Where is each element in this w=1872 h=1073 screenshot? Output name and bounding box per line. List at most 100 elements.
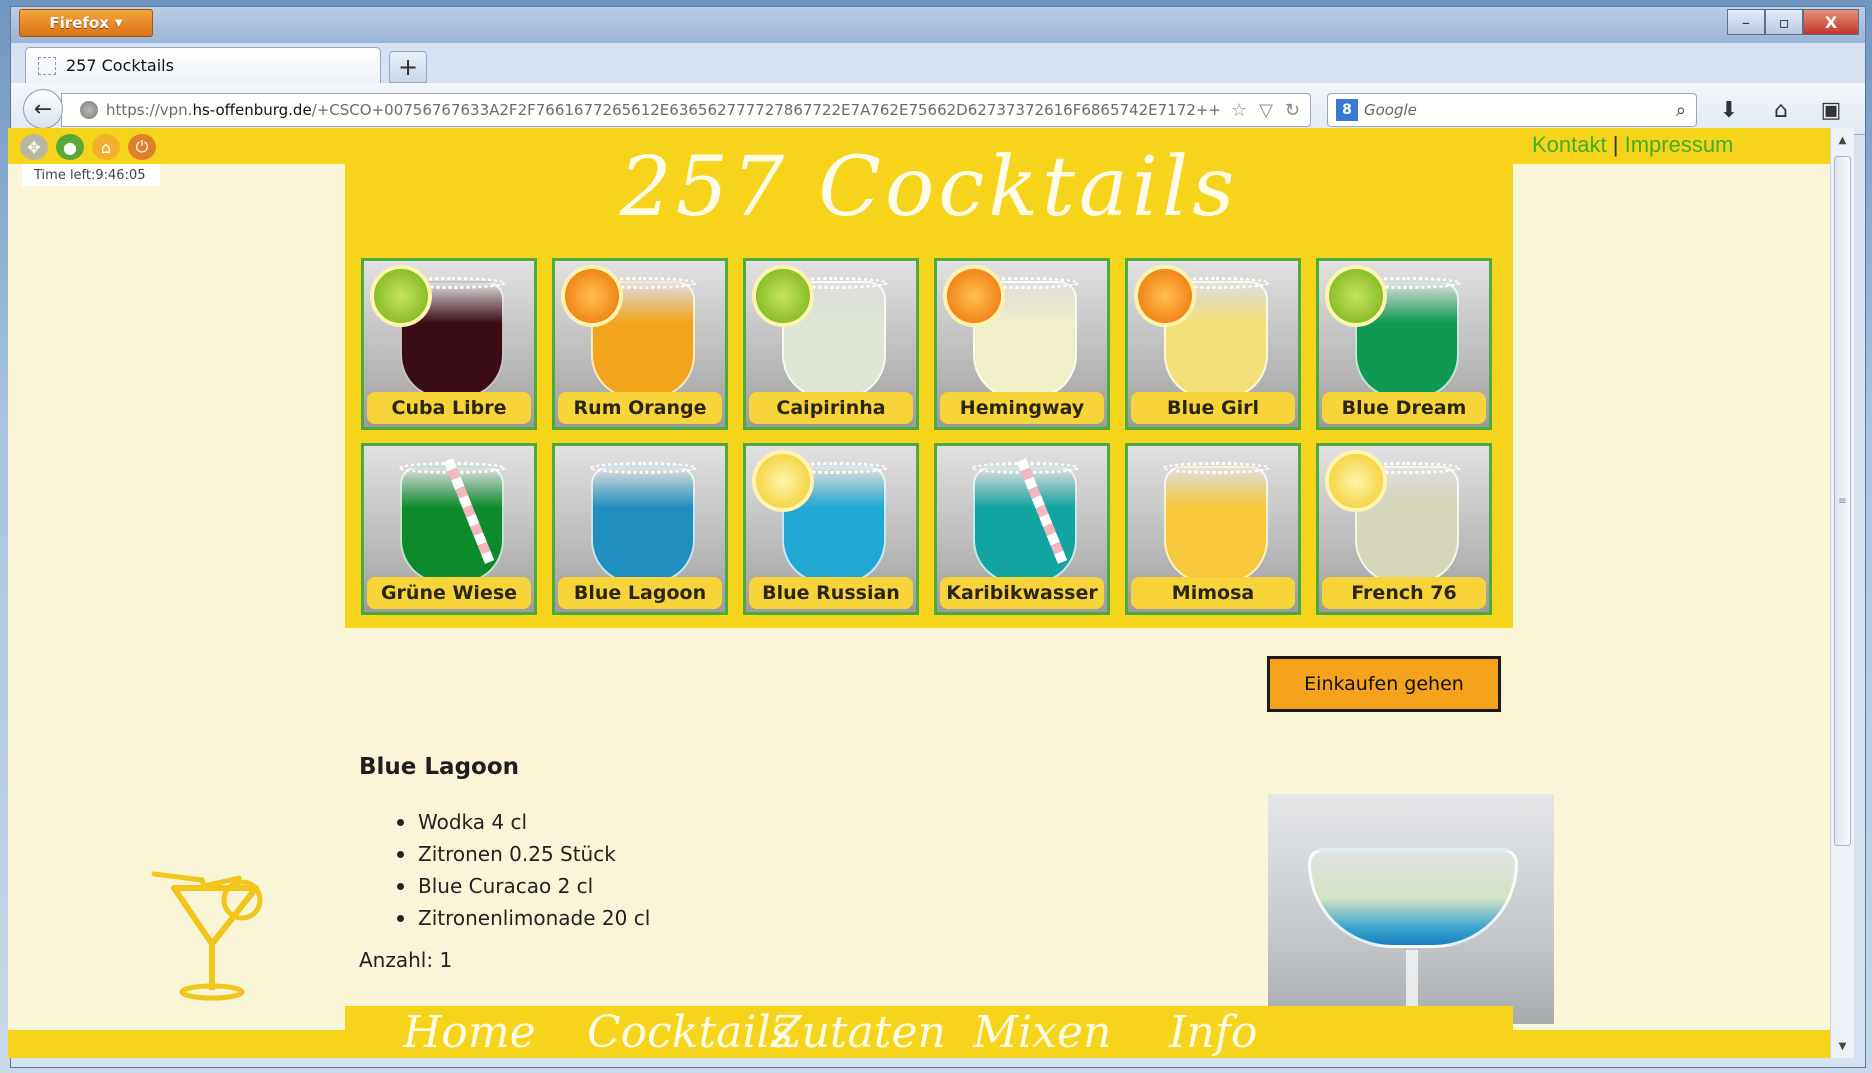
cocktail-label: Blue Dream <box>1322 392 1486 424</box>
time-left-label: Time left:9:46:05 <box>22 164 160 186</box>
back-arrow-icon: ← <box>33 96 53 122</box>
cocktail-glass <box>591 466 695 584</box>
bookmarks-menu-icon[interactable]: ▣ <box>1815 95 1847 125</box>
cocktail-label: Blue Girl <box>1131 392 1295 424</box>
firefox-menu-button[interactable]: Firefox ▼ <box>19 9 153 37</box>
vpn-toolbar: ✥ ● ⌂ ⏻ <box>20 134 156 160</box>
orange-garnish <box>561 265 623 327</box>
home-icon[interactable]: ⌂ <box>1765 95 1797 125</box>
cocktail-tile[interactable]: Blue Russian <box>743 443 919 615</box>
glass-stem <box>1406 950 1418 1010</box>
nav-zutaten[interactable]: Zutaten <box>771 1006 946 1058</box>
lime-garnish <box>752 265 814 327</box>
cocktail-label: Blue Russian <box>749 577 913 609</box>
minimize-button[interactable]: – <box>1727 9 1765 35</box>
cocktail-tile[interactable]: Caipirinha <box>743 258 919 430</box>
orange-garnish <box>1134 265 1196 327</box>
url-actions: ☆ ▽ ↻ <box>1221 100 1310 121</box>
site-title[interactable]: 257 Cocktails <box>345 140 1513 235</box>
orange-garnish <box>943 265 1005 327</box>
header-panel: 257 Cocktails Cuba Libre Rum Orange Caipir… <box>345 128 1513 628</box>
cocktail-label: Grüne Wiese <box>367 577 531 609</box>
download-icon[interactable]: ⬇ <box>1713 95 1745 125</box>
cocktail-tile[interactable]: Blue Dream <box>1316 258 1492 430</box>
globe-icon <box>80 101 98 119</box>
cocktail-grid: Cuba Libre Rum Orange Caipirinha Hemingway B… <box>361 258 1497 615</box>
link-separator: | <box>1612 132 1619 157</box>
close-button[interactable]: X <box>1803 9 1859 35</box>
globe-icon[interactable]: ● <box>56 134 84 160</box>
lemon-garnish <box>1325 450 1387 512</box>
cocktail-label: Karibikwasser <box>940 577 1104 609</box>
shopping-button[interactable]: Einkaufen gehen <box>1267 656 1501 712</box>
dropdown-arrow-icon[interactable]: ▽ <box>1259 100 1273 121</box>
footer-navigation: Home Cocktails Zutaten Mixen Info <box>345 1006 1513 1058</box>
cocktail-tile[interactable]: French 76 <box>1316 443 1492 615</box>
home-icon[interactable]: ⌂ <box>92 134 120 160</box>
cocktail-label: French 76 <box>1322 577 1486 609</box>
window-controls: – ▫ X <box>1727 9 1859 35</box>
sugar-rim <box>1162 462 1270 474</box>
cocktail-tile[interactable]: Karibikwasser <box>934 443 1110 615</box>
cocktail-tile[interactable]: Rum Orange <box>552 258 728 430</box>
cocktail-tile[interactable]: Grüne Wiese <box>361 443 537 615</box>
search-icon[interactable]: ⌕ <box>1676 100 1686 121</box>
url-bar[interactable]: https://vpn.hs-offenburg.de/+CSCO+007567… <box>61 93 1311 127</box>
nav-home[interactable]: Home <box>403 1006 536 1058</box>
cocktail-label: Cuba Libre <box>367 392 531 424</box>
back-button[interactable]: ← <box>23 89 63 129</box>
cocktail-tile[interactable]: Cuba Libre <box>361 258 537 430</box>
move-icon[interactable]: ✥ <box>20 134 48 160</box>
title-bar: Firefox ▼ – ▫ X <box>11 7 1865 43</box>
page-icon <box>38 56 56 75</box>
contact-link[interactable]: Kontakt <box>1532 132 1607 157</box>
cocktail-label: Caipirinha <box>749 392 913 424</box>
ingredient-item: Blue Curacao 2 cl <box>397 870 650 902</box>
glass-bowl <box>1308 848 1518 948</box>
ingredient-item: Wodka 4 cl <box>397 806 650 838</box>
chevron-down-icon: ▼ <box>114 17 123 29</box>
vertical-scrollbar[interactable]: ▲ ≡ ▼ <box>1830 128 1854 1058</box>
cocktail-label: Hemingway <box>940 392 1104 424</box>
cocktail-glass <box>1164 466 1268 584</box>
imprint-link[interactable]: Impressum <box>1625 132 1734 157</box>
nav-mixen[interactable]: Mixen <box>973 1006 1111 1058</box>
search-engine-label: Google <box>1364 101 1417 119</box>
nav-info[interactable]: Info <box>1169 1006 1258 1058</box>
google-icon[interactable]: 8 <box>1336 99 1358 121</box>
ingredient-item: Zitronenlimonade 20 cl <box>397 902 650 934</box>
top-links: Kontakt | Impressum <box>1532 132 1733 158</box>
maximize-button[interactable]: ▫ <box>1765 9 1803 35</box>
search-bar[interactable]: 8 Google ⌕ <box>1327 93 1697 127</box>
nav-cocktails[interactable]: Cocktails <box>587 1006 793 1058</box>
tab-title: 257 Cocktails <box>66 56 174 75</box>
scroll-thumb[interactable]: ≡ <box>1834 156 1851 846</box>
new-tab-button[interactable]: + <box>389 51 427 83</box>
cocktail-tile[interactable]: Blue Lagoon <box>552 443 728 615</box>
cocktail-label: Mimosa <box>1131 577 1295 609</box>
lemon-garnish <box>752 450 814 512</box>
bookmark-star-icon[interactable]: ☆ <box>1231 100 1247 121</box>
tab-257-cocktails[interactable]: 257 Cocktails <box>25 47 381 83</box>
lime-garnish <box>1325 265 1387 327</box>
reload-icon[interactable]: ↻ <box>1285 100 1300 121</box>
cocktail-tile[interactable]: Hemingway <box>934 258 1110 430</box>
ingredient-item: Zitronen 0.25 Stück <box>397 838 650 870</box>
cocktail-tile[interactable]: Blue Girl <box>1125 258 1301 430</box>
scroll-down-icon[interactable]: ▼ <box>1831 1036 1854 1056</box>
cocktail-glass-icon <box>151 871 263 1001</box>
firefox-menu-label: Firefox <box>49 14 109 32</box>
ingredient-list: Wodka 4 cl Zitronen 0.25 Stück Blue Curaca… <box>397 806 650 934</box>
quantity-label: Anzahl: 1 <box>359 948 453 968</box>
cocktail-photo <box>1268 794 1554 1024</box>
main-content: 257 Cocktails Cuba Libre Rum Orange Caipir… <box>345 128 1554 1044</box>
power-icon[interactable]: ⏻ <box>128 134 156 160</box>
lime-garnish <box>370 265 432 327</box>
scroll-up-icon[interactable]: ▲ <box>1831 130 1854 150</box>
cocktail-label: Blue Lagoon <box>558 577 722 609</box>
sugar-rim <box>589 462 697 474</box>
cocktail-tile[interactable]: Mimosa <box>1125 443 1301 615</box>
tab-strip: 257 Cocktails + <box>11 43 1865 83</box>
url-text: https://vpn.hs-offenburg.de/+CSCO+007567… <box>106 101 1221 119</box>
page-viewport: ✥ ● ⌂ ⏻ Time left:9:46:05 Kontakt | Impr… <box>8 128 1830 1058</box>
